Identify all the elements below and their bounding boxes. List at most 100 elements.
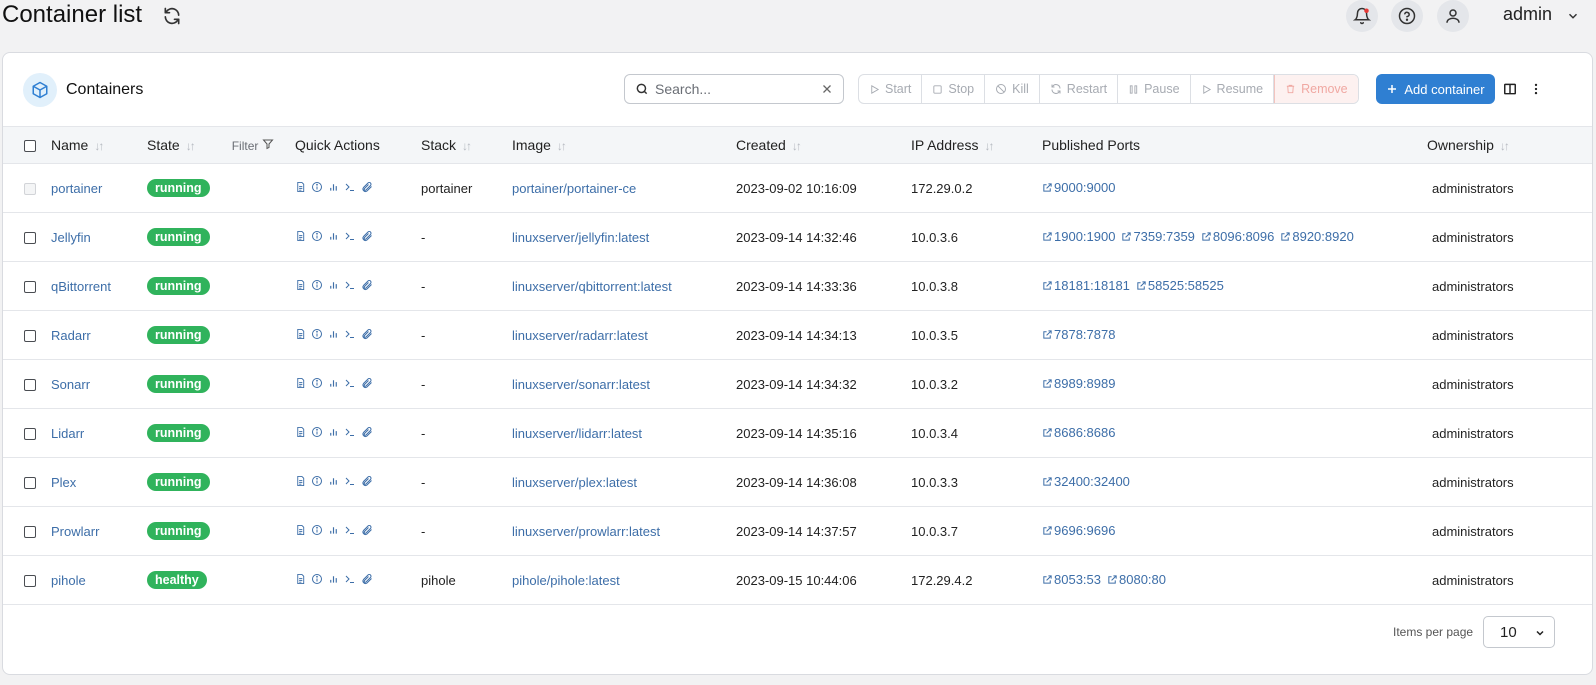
image-link[interactable]: linuxserver/qbittorrent:latest: [512, 279, 672, 294]
port-link[interactable]: 8053:53: [1042, 572, 1101, 587]
stop-button[interactable]: Stop: [922, 75, 986, 103]
logs-icon[interactable]: [295, 475, 306, 487]
console-icon[interactable]: [344, 181, 356, 193]
stats-icon[interactable]: [328, 475, 339, 487]
chevron-down-icon[interactable]: [1566, 9, 1580, 23]
search-input[interactable]: [653, 78, 813, 100]
inspect-icon[interactable]: [311, 573, 323, 585]
col-state[interactable]: State ↓↑ Filter: [147, 126, 295, 164]
attach-icon[interactable]: [361, 426, 373, 438]
image-link[interactable]: pihole/pihole:latest: [512, 573, 620, 588]
stats-icon[interactable]: [328, 524, 339, 536]
container-name-link[interactable]: Plex: [51, 475, 76, 490]
items-per-page-select[interactable]: 10: [1483, 616, 1555, 648]
columns-icon[interactable]: [1503, 82, 1517, 96]
row-checkbox[interactable]: [24, 281, 36, 294]
inspect-icon[interactable]: [311, 524, 323, 536]
notifications-button[interactable]: [1346, 0, 1378, 32]
attach-icon[interactable]: [361, 279, 373, 291]
more-vertical-icon[interactable]: [1529, 82, 1543, 96]
container-name-link[interactable]: pihole: [51, 573, 86, 588]
image-link[interactable]: linuxserver/lidarr:latest: [512, 426, 642, 441]
col-ownership[interactable]: Ownership ↓↑: [1427, 126, 1592, 164]
console-icon[interactable]: [344, 279, 356, 291]
container-name-link[interactable]: Radarr: [51, 328, 91, 343]
start-button[interactable]: Start: [859, 75, 923, 103]
inspect-icon[interactable]: [311, 475, 323, 487]
port-link[interactable]: 1900:1900: [1042, 229, 1115, 244]
inspect-icon[interactable]: [311, 377, 323, 389]
port-link[interactable]: 7359:7359: [1121, 229, 1195, 244]
inspect-icon[interactable]: [311, 279, 323, 291]
kill-button[interactable]: Kill: [985, 75, 1040, 103]
image-link[interactable]: linuxserver/prowlarr:latest: [512, 524, 660, 539]
stats-icon[interactable]: [328, 279, 339, 291]
container-name-link[interactable]: Jellyfin: [51, 230, 91, 245]
logs-icon[interactable]: [295, 328, 306, 340]
port-link[interactable]: 8989:8989: [1042, 376, 1115, 391]
inspect-icon[interactable]: [311, 328, 323, 340]
console-icon[interactable]: [344, 328, 356, 340]
port-link[interactable]: 18181:18181: [1042, 278, 1130, 293]
logs-icon[interactable]: [295, 230, 306, 242]
inspect-icon[interactable]: [311, 230, 323, 242]
add-container-button[interactable]: Add container: [1376, 74, 1495, 104]
container-name-link[interactable]: qBittorrent: [51, 279, 111, 294]
col-image[interactable]: Image ↓↑: [512, 126, 736, 164]
port-link[interactable]: 8096:8096: [1201, 229, 1274, 244]
attach-icon[interactable]: [361, 328, 373, 340]
image-link[interactable]: linuxserver/radarr:latest: [512, 328, 648, 343]
image-link[interactable]: linuxserver/jellyfin:latest: [512, 230, 649, 245]
console-icon[interactable]: [344, 573, 356, 585]
port-link[interactable]: 32400:32400: [1042, 474, 1130, 489]
resume-button[interactable]: Resume: [1191, 75, 1275, 103]
help-button[interactable]: [1391, 0, 1423, 32]
stats-icon[interactable]: [328, 426, 339, 438]
restart-button[interactable]: Restart: [1040, 75, 1119, 103]
attach-icon[interactable]: [361, 524, 373, 536]
stats-icon[interactable]: [328, 328, 339, 340]
stats-icon[interactable]: [328, 573, 339, 585]
col-stack[interactable]: Stack ↓↑: [421, 126, 512, 164]
image-link[interactable]: portainer/portainer-ce: [512, 181, 636, 196]
console-icon[interactable]: [344, 230, 356, 242]
attach-icon[interactable]: [361, 573, 373, 585]
state-filter[interactable]: Filter: [232, 139, 274, 153]
stats-icon[interactable]: [328, 230, 339, 242]
image-link[interactable]: linuxserver/plex:latest: [512, 475, 637, 490]
console-icon[interactable]: [344, 475, 356, 487]
select-all-checkbox[interactable]: [24, 140, 36, 153]
refresh-icon[interactable]: [162, 6, 182, 26]
logs-icon[interactable]: [295, 426, 306, 438]
col-created[interactable]: Created ↓↑: [736, 126, 911, 164]
port-link[interactable]: 8080:80: [1107, 572, 1166, 587]
logs-icon[interactable]: [295, 181, 306, 193]
user-menu-button[interactable]: [1437, 0, 1469, 32]
stats-icon[interactable]: [328, 377, 339, 389]
inspect-icon[interactable]: [311, 426, 323, 438]
attach-icon[interactable]: [361, 230, 373, 242]
port-link[interactable]: 58525:58525: [1136, 278, 1224, 293]
logs-icon[interactable]: [295, 524, 306, 536]
row-checkbox[interactable]: [24, 232, 36, 245]
container-name-link[interactable]: portainer: [51, 181, 102, 196]
attach-icon[interactable]: [361, 181, 373, 193]
port-link[interactable]: 9000:9000: [1042, 180, 1115, 195]
row-checkbox[interactable]: [24, 330, 36, 343]
console-icon[interactable]: [344, 426, 356, 438]
row-checkbox[interactable]: [24, 477, 36, 490]
row-checkbox[interactable]: [24, 526, 36, 539]
port-link[interactable]: 8686:8686: [1042, 425, 1115, 440]
container-name-link[interactable]: Sonarr: [51, 377, 90, 392]
port-link[interactable]: 9696:9696: [1042, 523, 1115, 538]
col-ip[interactable]: IP Address ↓↑: [911, 126, 1042, 164]
port-link[interactable]: 7878:7878: [1042, 327, 1115, 342]
row-checkbox[interactable]: [24, 428, 36, 441]
clear-icon[interactable]: [821, 83, 833, 95]
container-name-link[interactable]: Lidarr: [51, 426, 84, 441]
console-icon[interactable]: [344, 524, 356, 536]
logs-icon[interactable]: [295, 279, 306, 291]
logs-icon[interactable]: [295, 573, 306, 585]
row-checkbox[interactable]: [24, 379, 36, 392]
port-link[interactable]: 8920:8920: [1280, 229, 1354, 244]
